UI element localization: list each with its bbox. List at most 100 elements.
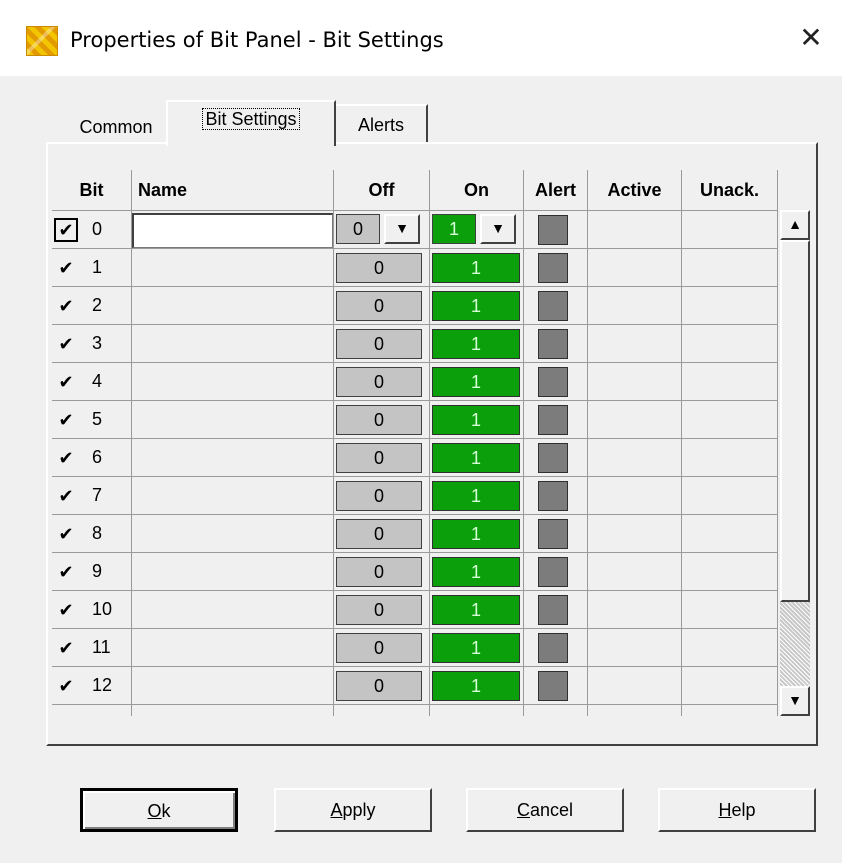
off-value[interactable]: 0 [336, 519, 422, 549]
table-row[interactable]: ✔ 1 0 1 [52, 248, 778, 287]
name-cell[interactable] [132, 667, 334, 705]
table-row[interactable]: ✔ 7 0 1 [52, 476, 778, 515]
table-row[interactable]: ✔ 3 0 1 [52, 324, 778, 363]
alert-color-swatch[interactable] [538, 557, 568, 587]
table-row[interactable]: ✔ 8 0 1 [52, 514, 778, 553]
alert-cell[interactable] [524, 401, 588, 439]
bit-cell[interactable]: ✔ 9 [52, 553, 132, 591]
table-row[interactable]: ✔ 10 0 1 [52, 590, 778, 629]
off-cell[interactable]: 0 [334, 363, 430, 401]
alert-cell[interactable] [524, 439, 588, 477]
off-cell[interactable]: 0 [334, 249, 430, 287]
table-row[interactable]: ✔ 11 0 1 [52, 628, 778, 667]
enable-checkbox[interactable]: ✔ [56, 334, 76, 354]
alert-cell[interactable] [524, 591, 588, 629]
alert-color-swatch[interactable] [538, 253, 568, 283]
apply-button[interactable]: Apply [274, 788, 432, 832]
enable-checkbox[interactable]: ✔ [56, 296, 76, 316]
on-cell[interactable]: 1 [430, 287, 524, 325]
alert-color-swatch[interactable] [538, 405, 568, 435]
tab-alerts[interactable]: Alerts [336, 104, 428, 142]
alert-cell[interactable] [524, 363, 588, 401]
off-value[interactable]: 0 [336, 405, 422, 435]
on-value[interactable]: 1 [432, 405, 520, 435]
alert-cell[interactable] [524, 667, 588, 705]
on-dropdown-chevron-down-icon[interactable]: ▼ [480, 214, 516, 244]
off-cell[interactable]: 0 [334, 439, 430, 477]
off-cell[interactable]: 0 [334, 287, 430, 325]
enable-checkbox[interactable]: ✔ [56, 676, 76, 696]
alert-cell[interactable] [524, 211, 588, 249]
on-cell[interactable]: 1 [430, 515, 524, 553]
off-value[interactable]: 0 [336, 557, 422, 587]
cancel-button[interactable]: Cancel [466, 788, 624, 832]
off-value[interactable]: 0 [336, 329, 422, 359]
bit-cell[interactable]: ✔ 11 [52, 629, 132, 667]
name-cell[interactable] [132, 363, 334, 401]
off-value[interactable]: 0 [336, 595, 422, 625]
vertical-scrollbar[interactable]: ▲ ▼ [780, 210, 810, 716]
help-button[interactable]: Help [658, 788, 816, 832]
enable-checkbox[interactable]: ✔ [56, 638, 76, 658]
on-value[interactable]: 1 [432, 633, 520, 663]
enable-checkbox[interactable]: ✔ [56, 562, 76, 582]
off-cell[interactable]: 0 [334, 553, 430, 591]
table-row[interactable]: ✔ 9 0 1 [52, 552, 778, 591]
bit-cell[interactable] [52, 705, 132, 716]
bit-cell[interactable]: ✔ 10 [52, 591, 132, 629]
on-value[interactable]: 1 [432, 291, 520, 321]
name-cell[interactable] [132, 287, 334, 325]
off-value[interactable]: 0 [336, 253, 422, 283]
name-cell[interactable] [132, 401, 334, 439]
close-button[interactable]: ✕ [788, 16, 834, 62]
enable-checkbox[interactable]: ✔ [56, 448, 76, 468]
alert-color-swatch[interactable] [538, 671, 568, 701]
on-cell[interactable]: 1 [430, 401, 524, 439]
off-cell[interactable]: 0 [334, 477, 430, 515]
scroll-down-button[interactable]: ▼ [780, 686, 810, 716]
on-value[interactable]: 1 [432, 367, 520, 397]
alert-color-swatch[interactable] [538, 367, 568, 397]
name-cell[interactable] [132, 553, 334, 591]
bit-cell[interactable]: ✔ 12 [52, 667, 132, 705]
bit-cell[interactable]: ✔ 4 [52, 363, 132, 401]
enable-checkbox[interactable]: ✔ [56, 600, 76, 620]
on-cell[interactable]: 1 [430, 629, 524, 667]
alert-color-swatch[interactable] [538, 215, 568, 245]
table-row[interactable]: ✔ 5 0 1 [52, 400, 778, 439]
on-value[interactable]: 1 [432, 557, 520, 587]
off-cell[interactable]: 0 [334, 591, 430, 629]
on-cell[interactable] [430, 705, 524, 716]
on-cell[interactable]: 1 ▼ [430, 211, 524, 249]
enable-checkbox[interactable]: ✔ [56, 410, 76, 430]
alert-cell[interactable] [524, 629, 588, 667]
table-row[interactable]: ✔ 4 0 1 [52, 362, 778, 401]
on-value[interactable]: 1 [432, 253, 520, 283]
name-cell[interactable] [132, 591, 334, 629]
on-cell[interactable]: 1 [430, 477, 524, 515]
name-cell[interactable] [132, 439, 334, 477]
alert-cell[interactable] [524, 477, 588, 515]
table-row[interactable]: ✔ 2 0 1 [52, 286, 778, 325]
scroll-up-button[interactable]: ▲ [780, 210, 810, 240]
enable-checkbox[interactable]: ✔ [56, 258, 76, 278]
on-value[interactable]: 1 [432, 481, 520, 511]
bit-cell[interactable]: ✔ 8 [52, 515, 132, 553]
off-cell[interactable]: 0 [334, 629, 430, 667]
on-value[interactable]: 1 [432, 519, 520, 549]
tab-bit-settings[interactable]: Bit Settings [166, 100, 336, 146]
bit-cell[interactable]: ✔ 7 [52, 477, 132, 515]
table-row[interactable]: ✔ 0 0 ▼ 1 ▼ [52, 210, 778, 249]
name-cell[interactable] [132, 629, 334, 667]
off-value[interactable]: 0 [336, 633, 422, 663]
off-cell[interactable]: 0 [334, 515, 430, 553]
on-cell[interactable]: 1 [430, 591, 524, 629]
name-input[interactable] [132, 213, 333, 248]
off-cell[interactable]: 0 [334, 667, 430, 705]
on-value-select[interactable]: 1 [432, 214, 476, 244]
off-dropdown-chevron-down-icon[interactable]: ▼ [384, 214, 420, 244]
bit-cell[interactable]: ✔ 3 [52, 325, 132, 363]
alert-cell[interactable] [524, 553, 588, 591]
off-cell[interactable]: 0 [334, 401, 430, 439]
on-cell[interactable]: 1 [430, 439, 524, 477]
